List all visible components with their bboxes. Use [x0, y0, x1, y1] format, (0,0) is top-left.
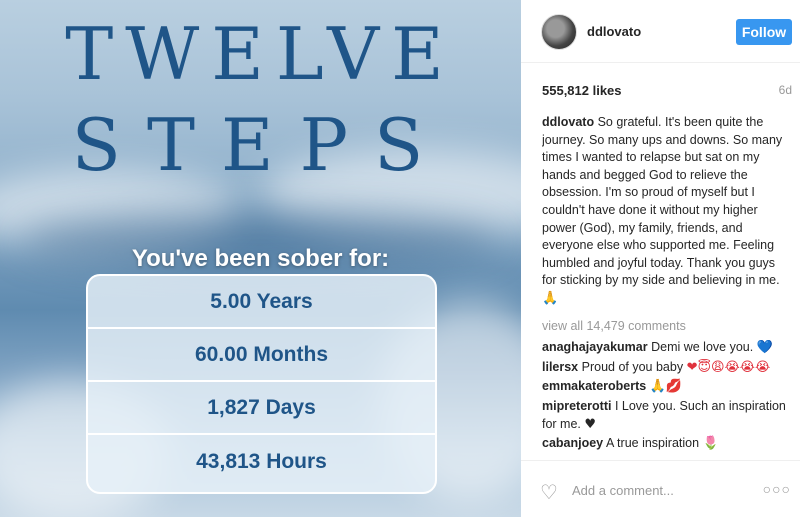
comment-text: A true inspiration [605, 436, 700, 451]
comment-username[interactable]: cabanjoey [542, 436, 603, 450]
heart-outline-icon[interactable]: ♡ [540, 480, 558, 505]
add-comment-input[interactable]: Add a comment... [572, 483, 674, 498]
comment-item: cabanjoey A true inspiration 🌷 [542, 435, 787, 453]
sober-label: You've been sober for: [131, 245, 390, 272]
view-all-comments-link[interactable]: view all 14,479 comments [542, 318, 787, 336]
caption: ddlovato So grateful. It's been quite th… [542, 114, 787, 308]
comment-item: emmakateroberts 🙏💋 [542, 378, 787, 396]
stat-hours: 43,813 Hours [196, 449, 327, 473]
stat-days: 1,827 Days [88, 382, 435, 435]
comment-item: anaghajayakumar Demi we love you. 💙 [542, 339, 787, 357]
post-age[interactable]: 6d [779, 83, 792, 97]
comment-text: Proud of you baby [581, 359, 684, 374]
comment-username[interactable]: mipreterotti [542, 399, 611, 413]
sobriety-stats-box: 5.00 Years 60.00 Months 1,827 Days 43,81… [86, 274, 437, 494]
more-options-icon[interactable]: ○○○ [763, 481, 791, 497]
username-link[interactable]: ddlovato [587, 24, 641, 39]
post-image[interactable]: TWELVE STEPS You've been sober for: 5.00… [0, 0, 521, 517]
comment-item: lilersx Proud of you baby ❤😇😩😭😭😭 [542, 359, 787, 377]
caption-username[interactable]: ddlovato [542, 115, 594, 129]
comment-username[interactable]: lilersx [542, 360, 578, 374]
caption-text: So grateful. It's been quite the journey… [542, 115, 783, 288]
follow-button[interactable]: Follow [736, 19, 792, 45]
comment-username[interactable]: emmakateroberts [542, 379, 646, 393]
likes-count[interactable]: 555,812 likes [542, 83, 622, 98]
comment-emoji: 🌷 [702, 436, 719, 452]
caption-emoji: 🙏 [542, 290, 559, 306]
post-sidebar: ddlovato Follow 555,812 likes 6d ddlovat… [521, 0, 800, 517]
image-title-line2: STEPS [71, 103, 450, 187]
comment-item: mipreterotti I Love you. Such an inspira… [542, 398, 787, 433]
post-header: ddlovato Follow [521, 0, 800, 63]
comment-emoji: 💙 [756, 340, 773, 356]
stat-months: 60.00 Months [88, 329, 435, 382]
comment-emoji: 🙏💋 [649, 379, 683, 395]
comments-list[interactable]: ddlovato So grateful. It's been quite th… [542, 114, 787, 460]
image-title-line1: TWELVE [65, 12, 456, 96]
stat-years: 5.00 Years [88, 276, 435, 329]
comment-username[interactable]: anaghajayakumar [542, 340, 648, 354]
avatar[interactable] [541, 14, 577, 50]
comment-footer: ♡ Add a comment... ○○○ [521, 460, 800, 518]
comment-emoji: ♥ [584, 416, 597, 432]
comment-text: Demi we love you. [651, 340, 754, 355]
comment-emoji: ❤😇😩😭😭😭 [686, 359, 771, 375]
